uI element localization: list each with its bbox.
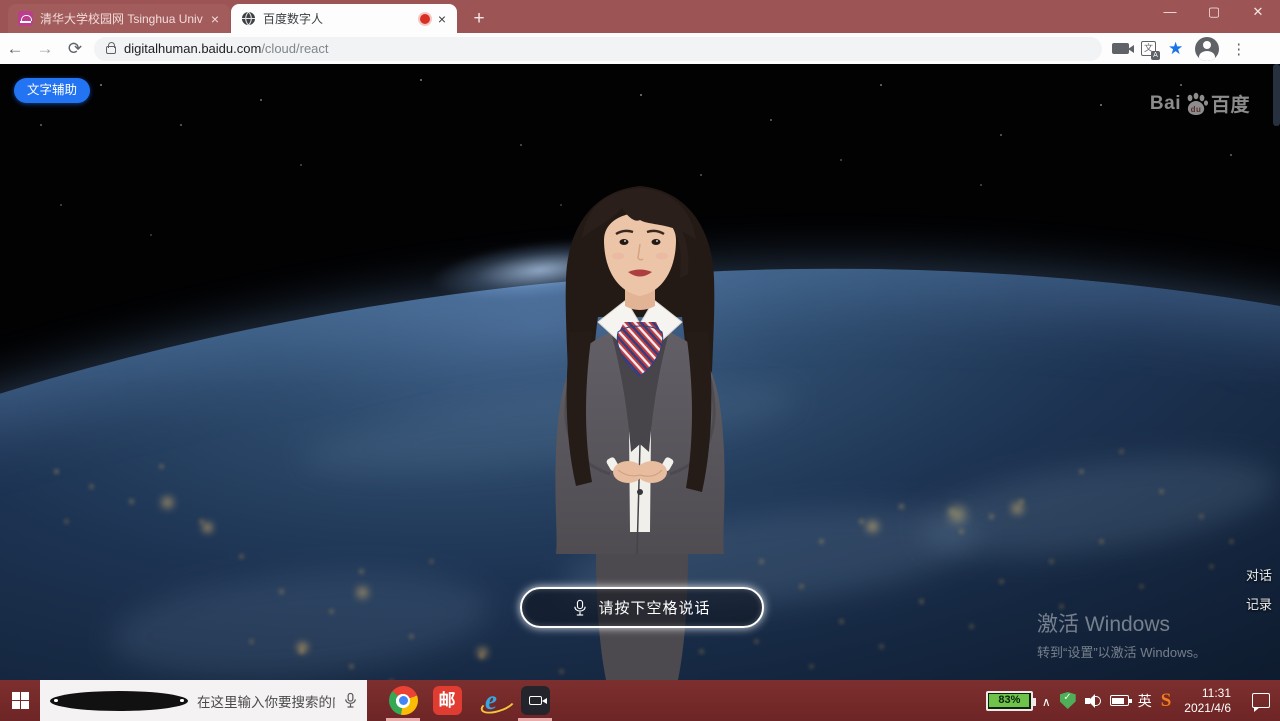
page-scrollbar[interactable]	[1273, 64, 1280, 126]
chrome-icon	[389, 686, 418, 715]
search-placeholder-text: 在这里输入你要搜索的内容	[197, 691, 335, 711]
push-to-talk-label: 请按下空格说话	[598, 597, 710, 618]
browser-toolbar: ← → ⟳ digitalhuman.baidu.com/cloud/react…	[0, 33, 1280, 64]
windows-logo-icon	[12, 692, 29, 709]
volume-icon[interactable]	[1085, 694, 1101, 708]
tab-title: 百度数字人	[263, 10, 413, 27]
language-indicator[interactable]: 英	[1138, 691, 1152, 711]
profile-avatar[interactable]	[1195, 37, 1219, 61]
start-button[interactable]	[0, 680, 40, 721]
window-controls: — ▢ ✕	[1148, 0, 1280, 26]
taskbar-chrome-button[interactable]	[381, 680, 425, 721]
tab-strip: 清华大学校园网 Tsinghua Univ × 百度数字人 × + — ▢ ✕	[0, 0, 1280, 33]
watermark-subtitle: 转到“设置”以激活 Windows。	[1037, 642, 1206, 661]
baidu-logo-bai: Bai	[1150, 93, 1181, 115]
minimize-button[interactable]: —	[1148, 0, 1192, 26]
battery-tray-icon[interactable]	[1110, 695, 1129, 706]
tab-close-icon[interactable]: ×	[210, 12, 220, 26]
taskbar-mail-button[interactable]: 邮	[425, 680, 469, 721]
defender-shield-icon[interactable]	[1060, 692, 1076, 709]
activate-windows-watermark: 激活 Windows 转到“设置”以激活 Windows。	[1037, 608, 1206, 661]
mail-app-icon: 邮	[433, 686, 462, 715]
url-domain: digitalhuman.baidu.com	[124, 41, 261, 56]
dialog-tab[interactable]: 对话	[1246, 565, 1272, 584]
camera-capture-icon[interactable]	[1112, 43, 1129, 54]
globe-favicon-icon	[241, 11, 256, 26]
taskbar-clock[interactable]: 11:31 2021/4/6	[1180, 686, 1235, 716]
url-path: /cloud/react	[261, 41, 328, 56]
microphone-icon	[573, 596, 587, 620]
text-assist-button[interactable]: 文字辅助	[14, 78, 90, 103]
baidu-logo-cn: 百度	[1211, 90, 1250, 117]
translate-icon[interactable]: 文	[1141, 41, 1156, 56]
record-tab[interactable]: 记录	[1246, 594, 1272, 613]
tab-title: 清华大学校园网 Tsinghua Univ	[40, 10, 203, 27]
watermark-title: 激活 Windows	[1037, 608, 1206, 638]
baidu-paw-icon: du	[1183, 91, 1209, 117]
new-tab-button[interactable]: +	[466, 6, 492, 32]
system-tray: 83% ∧ 英 S 11:31 2021/4/6	[986, 680, 1280, 721]
tsinghua-favicon-icon	[18, 11, 33, 26]
action-center-icon[interactable]	[1252, 693, 1270, 708]
url-text[interactable]: digitalhuman.baidu.com/cloud/react	[124, 41, 329, 56]
tray-expand-chevron-icon[interactable]: ∧	[1042, 695, 1051, 709]
side-panel-labels: 对话 记录	[1246, 565, 1272, 623]
recording-indicator-icon	[420, 14, 430, 24]
svg-text:du: du	[1191, 105, 1202, 114]
reload-button[interactable]: ⟳	[60, 39, 90, 59]
toolbar-action-icons: 文 ★ ⋮	[1112, 37, 1246, 61]
date-label: 2021/4/6	[1184, 701, 1231, 716]
taskbar-ie-button[interactable]: e	[469, 680, 513, 721]
forward-button[interactable]: →	[30, 39, 60, 59]
cortana-icon	[50, 691, 188, 711]
push-to-talk-button[interactable]: 请按下空格说话	[520, 587, 764, 628]
digital-human-stage: 文字辅助 Bai du 百度 请按下空格说话 对话	[0, 64, 1280, 680]
browser-window: 清华大学校园网 Tsinghua Univ × 百度数字人 × + — ▢ ✕ …	[0, 0, 1280, 721]
baidu-logo: Bai du 百度	[1150, 90, 1250, 117]
back-button[interactable]: ←	[0, 39, 30, 59]
address-bar[interactable]: digitalhuman.baidu.com/cloud/react	[94, 37, 1102, 61]
windows-taskbar: 在这里输入你要搜索的内容 邮 e 83%	[0, 680, 1280, 721]
city-lights-bright	[0, 64, 5, 69]
taskbar-recorder-button[interactable]	[513, 680, 557, 721]
search-mic-icon[interactable]	[344, 691, 357, 710]
battery-widget[interactable]: 83%	[986, 691, 1033, 711]
lock-icon	[106, 46, 116, 54]
sogou-input-icon[interactable]: S	[1161, 690, 1172, 712]
screen-recorder-icon	[521, 686, 550, 715]
maximize-button[interactable]: ▢	[1192, 0, 1236, 26]
taskbar-apps: 邮 e	[381, 680, 557, 721]
tab-digital-human[interactable]: 百度数字人 ×	[231, 4, 457, 33]
tab-close-icon[interactable]: ×	[437, 12, 447, 26]
bookmark-star-icon[interactable]: ★	[1168, 39, 1183, 59]
menu-dots-icon[interactable]: ⋮	[1231, 40, 1246, 58]
close-button[interactable]: ✕	[1236, 0, 1280, 26]
taskbar-search-input[interactable]: 在这里输入你要搜索的内容	[40, 680, 367, 721]
internet-explorer-icon: e	[485, 686, 497, 715]
battery-percent-label: 83%	[989, 694, 1029, 707]
time-label: 11:31	[1184, 686, 1231, 701]
tab-tsinghua[interactable]: 清华大学校园网 Tsinghua Univ ×	[8, 4, 230, 33]
